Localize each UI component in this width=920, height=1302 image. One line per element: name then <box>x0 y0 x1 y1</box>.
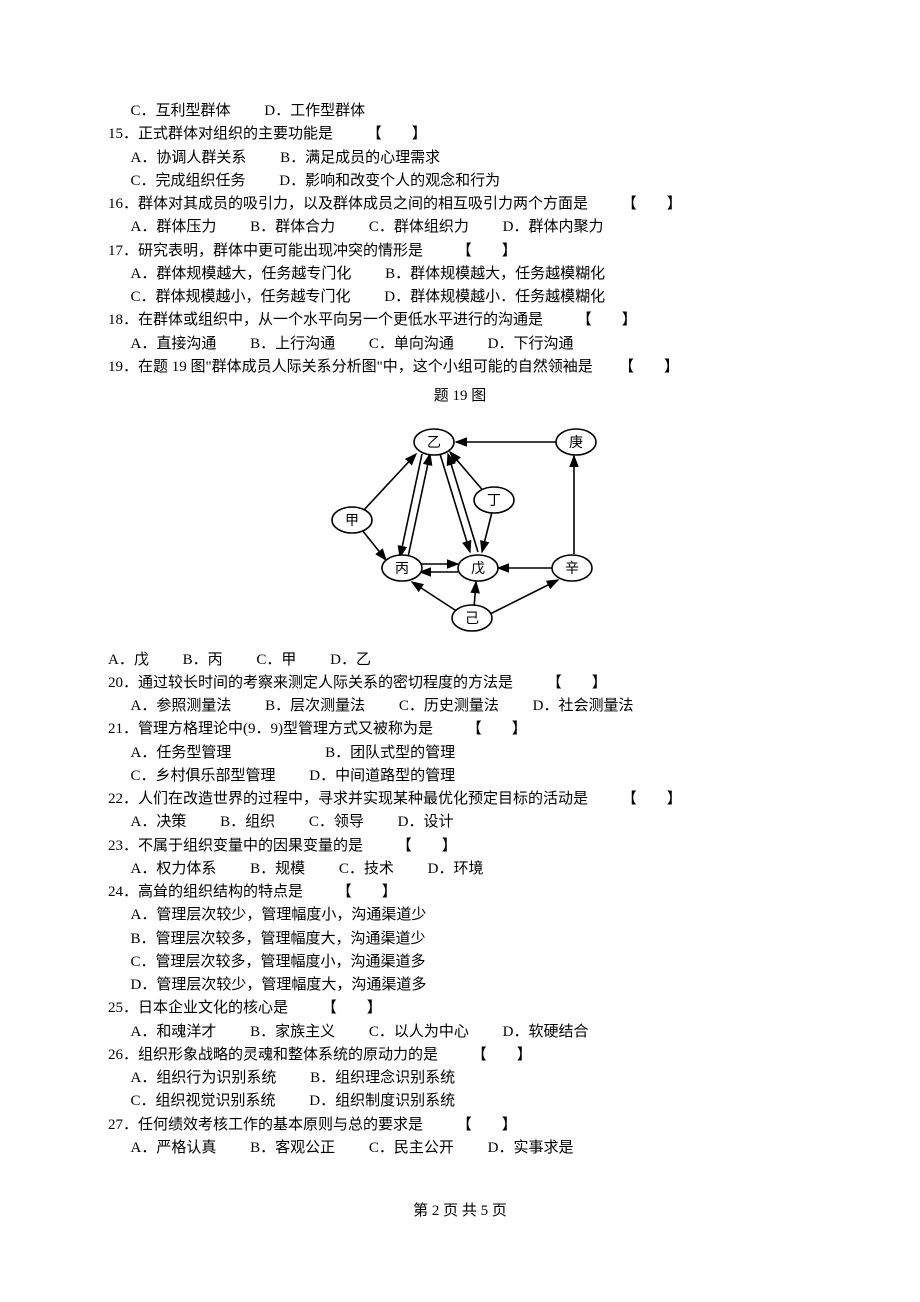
q22-opts: A．决策 B．组织 C．领导 D．设计 <box>108 811 812 834</box>
q23-stem: 23．不属于组织变量中的因果变量的是 【】 <box>108 835 812 858</box>
q14d: D．工作型群体 <box>264 103 365 119</box>
node-geng: 庚 <box>569 435 583 451</box>
q15-stem: 15．正式群体对组织的主要功能是 【】 <box>108 123 812 146</box>
q24b: B．管理层次较多，管理幅度大，沟通渠道少 <box>108 928 812 951</box>
q26-ab: A．组织行为识别系统 B．组织理念识别系统 <box>108 1067 812 1090</box>
q15-ab: A．协调人群关系 B．满足成员的心理需求 <box>108 147 812 170</box>
q27-opts: A．严格认真 B．客观公正 C．民主公开 D．实事求是 <box>108 1137 812 1160</box>
q15-cd: C．完成组织任务 D．影响和改变个人的观念和行为 <box>108 170 812 193</box>
q26-cd: C．组织视觉识别系统 D．组织制度识别系统 <box>108 1090 812 1113</box>
q26-stem: 26．组织形象战略的灵魂和整体系统的原动力的是 【】 <box>108 1044 812 1067</box>
q24c: C．管理层次较多，管理幅度小，沟通渠道多 <box>108 951 812 974</box>
node-yi: 乙 <box>427 435 441 451</box>
q17-stem: 17．研究表明，群体中更可能出现冲突的情形是 【】 <box>108 240 812 263</box>
figure-caption: 题 19 图 <box>108 385 812 408</box>
q25-stem: 25．日本企业文化的核心是 【】 <box>108 997 812 1020</box>
q24-stem: 24．高耸的组织结构的特点是 【】 <box>108 881 812 904</box>
q16-stem: 16．群体对其成员的吸引力，以及群体成员之间的相互吸引力两个方面是 【】 <box>108 193 812 216</box>
page-footer: 第 2 页 共 5 页 <box>108 1200 812 1223</box>
q16-opts: A．群体压力 B．群体合力 C．群体组织力 D．群体内聚力 <box>108 216 812 239</box>
q21-cd: C．乡村俱乐部型管理 D．中间道路型的管理 <box>108 765 812 788</box>
node-xin: 辛 <box>565 561 579 577</box>
q17-ab: A．群体规模越大，任务越专门化 B．群体规模越大，任务越模糊化 <box>108 263 812 286</box>
q24d: D．管理层次较少，管理幅度大，沟通渠道多 <box>108 974 812 997</box>
node-wu: 戊 <box>471 561 485 577</box>
q18-stem: 18．在群体或组织中，从一个水平向另一个更低水平进行的沟通是 【】 <box>108 309 812 332</box>
q17-cd: C．群体规模越小，任务越专门化 D．群体规模越小．任务越模糊化 <box>108 286 812 309</box>
q21-stem: 21．管理方格理论中(9．9)型管理方式又被称为是 【】 <box>108 718 812 741</box>
q14c: C．互利型群体 <box>131 103 231 119</box>
node-ji: 己 <box>465 612 479 627</box>
q21-ab: A．任务型管理 B．团队式型的管理 <box>108 742 812 765</box>
q14-options-cd: C．互利型群体 D．工作型群体 <box>108 100 812 123</box>
q20-opts: A．参照测量法 B．层次测量法 C．历史测量法 D．社会测量法 <box>108 695 812 718</box>
node-bing: 丙 <box>395 562 409 577</box>
q22-stem: 22．人们在改造世界的过程中，寻求并实现某种最优化预定目标的活动是 【】 <box>108 788 812 811</box>
node-jia: 甲 <box>345 514 359 529</box>
q27-stem: 27．任何绩效考核工作的基本原则与总的要求是 【】 <box>108 1114 812 1137</box>
q20-stem: 20．通过较长时间的考察来测定人际关系的密切程度的方法是 【】 <box>108 672 812 695</box>
q18-opts: A．直接沟通 B．上行沟通 C．单向沟通 D．下行沟通 <box>108 333 812 356</box>
q19-diagram: 乙 庚 甲 丁 丙 戊 辛 己 <box>108 412 812 640</box>
q19-stem: 19．在题 19 图"群体成员人际关系分析图"中，这个小组可能的自然领袖是 【】 <box>108 356 812 379</box>
q25-opts: A．和魂洋才 B．家族主义 C．以人为中心 D．软硬结合 <box>108 1021 812 1044</box>
q19-opts: A．戊 B．丙 C．甲 D．乙 <box>108 649 812 672</box>
node-ding: 丁 <box>487 494 501 509</box>
q23-opts: A．权力体系 B．规模 C．技术 D．环境 <box>108 858 812 881</box>
q24a: A．管理层次较少，管理幅度小，沟通渠道少 <box>108 904 812 927</box>
